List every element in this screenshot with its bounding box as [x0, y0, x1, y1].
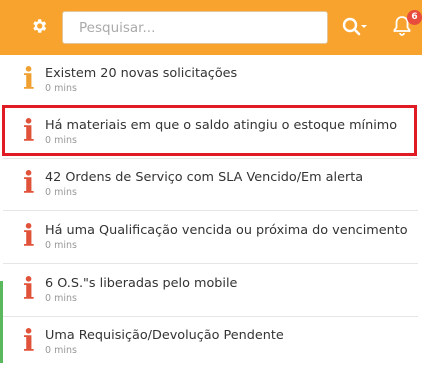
info-icon: i: [23, 62, 35, 97]
notification-time: 0 mins: [45, 187, 77, 198]
notification-time: 0 mins: [45, 135, 77, 146]
info-icon: i: [23, 166, 35, 201]
notification-item[interactable]: i Uma Requisição/Devolução Pendente 0 mi…: [3, 317, 418, 369]
gear-icon[interactable]: [30, 17, 48, 35]
notification-title: Uma Requisição/Devolução Pendente: [45, 328, 284, 343]
notification-item[interactable]: i 6 O.S."s liberadas pelo mobile 0 mins: [3, 265, 418, 317]
notification-item[interactable]: i 42 Ordens de Serviço com SLA Vencido/E…: [3, 159, 418, 211]
notification-list: i Existem 20 novas solicitações 0 mins i…: [0, 55, 422, 363]
notification-item[interactable]: i Há uma Qualificação vencida ou próxima…: [3, 212, 418, 264]
notification-time: 0 mins: [45, 83, 77, 94]
info-icon: i: [23, 324, 35, 359]
notification-time: 0 mins: [45, 240, 77, 251]
notification-time: 0 mins: [45, 345, 77, 356]
info-icon: i: [23, 272, 35, 307]
notification-count-badge: 6: [407, 10, 422, 25]
notification-title: 6 O.S."s liberadas pelo mobile: [45, 276, 238, 291]
info-icon: i: [23, 114, 35, 149]
notification-title: Há uma Qualificação vencida ou próxima d…: [45, 223, 408, 238]
search-icon[interactable]: [341, 16, 367, 38]
top-bar: 6: [0, 0, 422, 55]
notification-title: 42 Ordens de Serviço com SLA Vencido/Em …: [45, 170, 364, 185]
notification-item[interactable]: i Há materiais em que o saldo atingiu o …: [3, 107, 418, 159]
notification-title: Existem 20 novas solicitações: [45, 66, 238, 81]
info-icon: i: [23, 219, 35, 254]
search-input[interactable]: [62, 11, 328, 44]
notification-item[interactable]: i Existem 20 novas solicitações 0 mins: [3, 55, 418, 107]
notification-time: 0 mins: [45, 293, 77, 304]
notification-title: Há materiais em que o saldo atingiu o es…: [45, 118, 398, 133]
